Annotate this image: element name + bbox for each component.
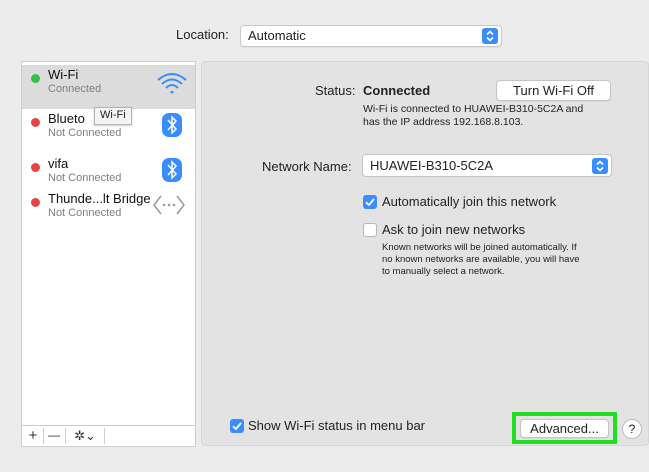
status-label: Status: <box>315 83 356 98</box>
ask-join-description-line: to manually select a network. <box>382 266 505 277</box>
divider <box>65 428 66 444</box>
service-status: Not Connected <box>48 172 122 184</box>
service-status: Not Connected <box>48 127 122 139</box>
bluetooth-icon <box>161 157 183 188</box>
status-dot-disconnected <box>31 163 40 172</box>
auto-join-checkbox[interactable] <box>363 195 377 209</box>
advanced-highlight: Advanced... <box>512 412 617 444</box>
network-name-label: Network Name: <box>262 159 352 174</box>
status-description-line: Wi-Fi is connected to HUAWEI-B310-5C2A a… <box>363 103 584 115</box>
service-name: vifa <box>48 156 69 171</box>
network-name-select[interactable]: HUAWEI-B310-5C2A <box>362 154 612 177</box>
checkmark-icon <box>365 198 375 207</box>
wifi-icon <box>156 70 188 101</box>
status-dot-disconnected <box>31 118 40 127</box>
tooltip: Wi-Fi <box>94 107 132 125</box>
ask-join-checkbox[interactable] <box>363 223 377 237</box>
location-label: Location: <box>176 27 229 42</box>
status-dot-connected <box>31 74 40 83</box>
ask-join-label[interactable]: Ask to join new networks <box>382 222 525 237</box>
chevron-updown-icon <box>592 158 608 174</box>
location-select[interactable]: Automatic <box>240 25 502 47</box>
auto-join-label[interactable]: Automatically join this network <box>382 194 556 209</box>
show-wifi-status-label[interactable]: Show Wi-Fi status in menu bar <box>248 418 425 433</box>
advanced-button[interactable]: Advanced... <box>520 419 609 438</box>
service-name: Wi-Fi <box>48 67 79 82</box>
divider <box>104 428 105 444</box>
turn-wifi-off-button[interactable]: Turn Wi-Fi Off <box>496 80 611 101</box>
checkmark-icon <box>232 422 242 431</box>
remove-service-button[interactable]: — <box>44 426 64 446</box>
chevron-updown-icon <box>482 28 498 44</box>
service-status: Connected <box>48 83 102 95</box>
status-description-line: has the IP address 192.168.8.103. <box>363 116 524 128</box>
show-wifi-status-checkbox[interactable] <box>230 419 244 433</box>
status-value: Connected <box>363 83 431 98</box>
service-item-thunderbolt-bridge[interactable]: Thunde...lt Bridge Not Connected <box>22 189 195 233</box>
location-value: Automatic <box>248 28 306 43</box>
service-name: Thunde...lt Bridge <box>48 191 151 206</box>
actions-menu-button[interactable]: ✲⌄ <box>67 426 103 446</box>
thunderbolt-bridge-icon <box>151 193 187 222</box>
bluetooth-icon <box>161 112 183 143</box>
service-toolbar: + — ✲⌄ <box>21 426 196 447</box>
service-item-wifi[interactable]: Wi-Fi Connected <box>22 65 195 109</box>
service-name: Blueto <box>48 111 85 126</box>
service-status: Not Connected <box>48 207 122 219</box>
help-button[interactable]: ? <box>622 419 642 439</box>
add-service-button[interactable]: + <box>24 426 42 446</box>
ask-join-description-line: Known networks will be joined automatica… <box>382 242 577 253</box>
network-name-value: HUAWEI-B310-5C2A <box>370 158 494 173</box>
status-dot-disconnected <box>31 198 40 207</box>
ask-join-description-line: no known networks are available, you wil… <box>382 254 580 265</box>
